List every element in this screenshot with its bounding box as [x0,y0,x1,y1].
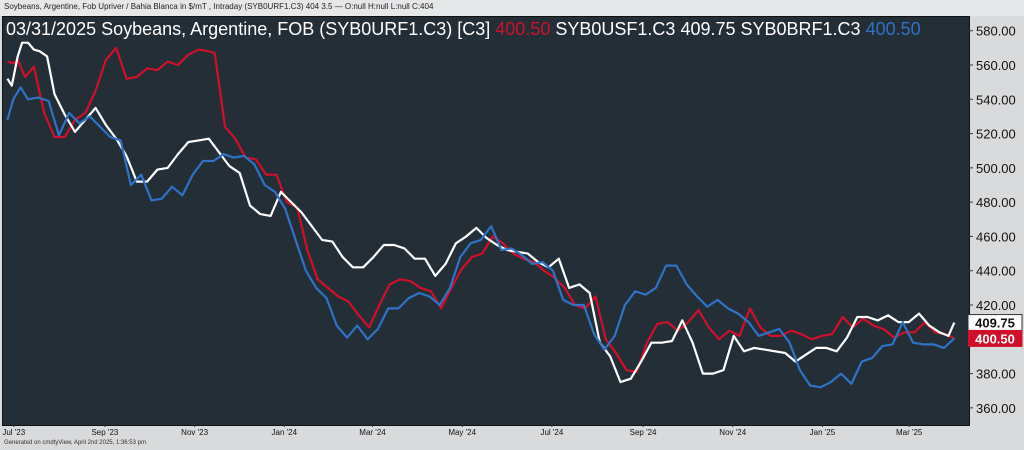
x-tick-label: Nov '24 [719,428,746,437]
legend-series2-value: 409.75 [680,19,736,39]
instrument-info-bar: Soybeans, Argentine, Fob Upriver / Bahia… [0,0,1024,16]
x-tick-label: Nov '23 [181,428,208,437]
last-value-label-red: 400.50 [968,329,1023,347]
x-tick-label: May '24 [448,428,476,437]
plot-area[interactable] [2,16,970,426]
x-tick-label: Sep '24 [630,428,657,437]
legend-series3-value: 400.50 [865,19,921,39]
y-tick-label: 480.00 [976,195,1016,210]
y-axis[interactable]: 360.00380.00400.00420.00440.00460.00480.… [968,16,1024,436]
x-tick-label: Mar '24 [359,428,386,437]
x-tick-label: Sep '23 [91,428,118,437]
y-tick-label: 380.00 [976,367,1016,382]
last-value-text: 409.75 [975,316,1015,331]
legend-series2-name: SYB0USF1.C3 [555,19,676,39]
y-tick-label: 500.00 [976,161,1016,176]
x-tick-label: Jul '24 [540,428,563,437]
y-tick-label: 580.00 [976,24,1016,39]
y-tick-label: 460.00 [976,229,1016,244]
series-line [6,41,956,384]
series-line [6,86,956,389]
y-tick-label: 540.00 [976,92,1016,107]
y-tick-label: 440.00 [976,264,1016,279]
series-line [7,46,955,373]
y-tick-label: 560.00 [976,58,1016,73]
y-tick-label: 360.00 [976,401,1016,416]
legend-title: 03/31/2025 Soybeans, Argentine, FOB (SYB… [6,19,491,39]
legend-series1-value: 400.50 [495,19,551,39]
footer-generated-note: Generated on cmdtyView, April 2nd 2025, … [4,440,146,446]
x-tick-label: Jul '23 [2,428,25,437]
series-SYB0USF1.C3 [6,41,956,384]
last-value-text: 400.50 [975,331,1015,346]
legend-series3-name: SYB0BRF1.C3 [740,19,861,39]
y-tick-label: 520.00 [976,127,1016,142]
series-SYB0BRF1.C3 [6,86,956,389]
x-axis[interactable]: Jul '23 Sep '23 Nov '23 Jan '24 Mar '24 May '… [2,424,968,438]
x-tick-label: Mar '25 [896,428,923,437]
chart-legend: 03/31/2025 Soybeans, Argentine, FOB (SYB… [6,18,921,40]
series-SYB0URF1.C3 [7,46,955,373]
last-value-label-white: 409.75 [968,314,1023,332]
x-tick-label: Jan '24 [272,428,298,437]
x-tick-label: Jan '25 [810,428,836,437]
price-chart [6,41,956,389]
y-tick-label: 420.00 [976,298,1016,313]
